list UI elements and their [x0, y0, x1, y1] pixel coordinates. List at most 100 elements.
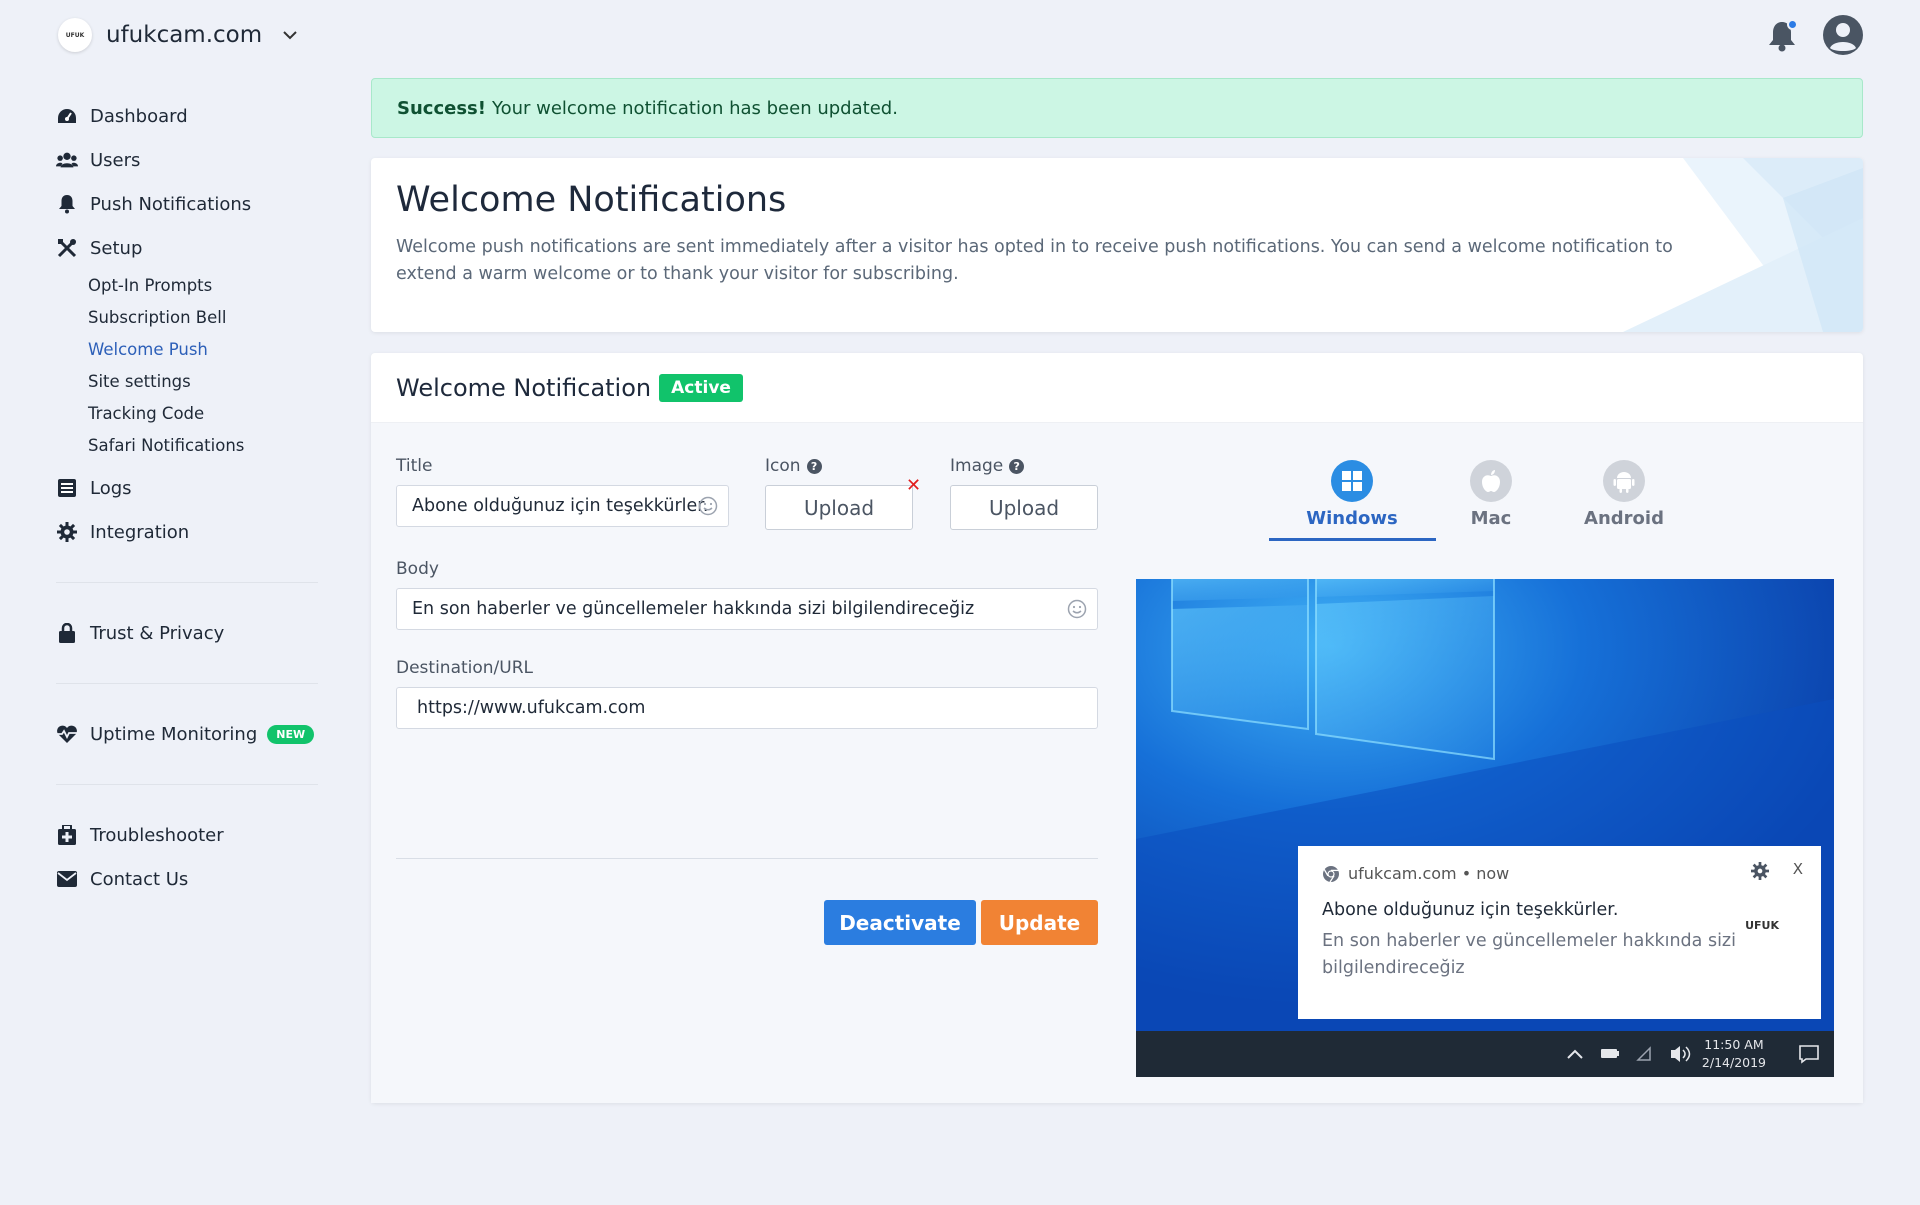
sidebar-item-logs[interactable]: Logs [56, 466, 318, 510]
tab-label: Mac [1470, 508, 1512, 529]
help-icon[interactable]: ? [1009, 458, 1025, 474]
site-name: ufukcam.com [106, 22, 263, 48]
title-label-text: Title [396, 456, 433, 476]
sidebar-item-integration[interactable]: Integration [56, 510, 318, 554]
help-icon[interactable]: ? [806, 458, 822, 474]
tab-label: Windows [1306, 508, 1398, 529]
windows-taskbar: 11:50 AM 2/14/2019 [1136, 1031, 1834, 1077]
sidebar-item-uptime-monitoring[interactable]: Uptime Monitoring NEW [56, 712, 318, 756]
tools-icon [56, 238, 78, 258]
title-input[interactable]: Abone olduğunuz için teşekkürler. [396, 485, 729, 527]
heartbeat-icon [56, 724, 78, 744]
image-label: Image ? [950, 456, 1025, 476]
sidebar-subitem-safari-notifications[interactable]: Safari Notifications [56, 430, 318, 462]
platform-tabs: Windows Mac Android [1269, 460, 1674, 545]
image-label-text: Image [950, 456, 1004, 476]
toast-close-button[interactable]: X [1793, 860, 1803, 878]
icon-label-text: Icon [765, 456, 801, 476]
first-aid-icon [56, 825, 78, 845]
clock-time: 11:50 AM [1704, 1037, 1764, 1052]
tab-android[interactable]: Android [1569, 460, 1679, 529]
url-label: Destination/URL [396, 658, 533, 678]
chrome-icon [1323, 865, 1339, 882]
user-avatar-icon[interactable] [1822, 14, 1864, 56]
icon-upload-button[interactable]: Upload [765, 485, 913, 530]
sidebar-subitem-site-settings[interactable]: Site settings [56, 366, 318, 398]
body-label: Body [396, 559, 439, 579]
sidebar-item-setup[interactable]: Setup [56, 226, 318, 270]
page-header-card: Welcome Notifications Welcome push notif… [371, 158, 1863, 332]
tab-mac[interactable]: Mac [1436, 460, 1546, 529]
deactivate-button[interactable]: Deactivate [824, 900, 976, 945]
url-input-value: https://www.ufukcam.com [417, 698, 646, 718]
notifications-bell-button[interactable] [1764, 17, 1800, 53]
sidebar-item-troubleshooter[interactable]: Troubleshooter [56, 813, 318, 857]
sidebar-item-label: Dashboard [90, 105, 188, 127]
url-input[interactable]: https://www.ufukcam.com [396, 687, 1098, 729]
image-upload-button[interactable]: Upload [950, 485, 1098, 530]
android-icon [1603, 460, 1645, 502]
envelope-icon [56, 869, 78, 889]
sidebar-item-contact-us[interactable]: Contact Us [56, 857, 318, 901]
sidebar-item-label: Contact Us [90, 868, 189, 890]
update-button[interactable]: Update [981, 900, 1098, 945]
sidebar-item-push-notifications[interactable]: Push Notifications [56, 182, 318, 226]
sidebar-item-label: Troubleshooter [90, 824, 224, 846]
emoji-picker-icon[interactable] [1067, 599, 1087, 619]
windows-preview-screen: ufukcam.com • now X Abone olduğunuz için… [1136, 579, 1834, 1077]
windows-icon [1331, 460, 1373, 502]
sidebar-subitem-tracking-code[interactable]: Tracking Code [56, 398, 318, 430]
title-label: Title [396, 456, 432, 476]
tab-windows[interactable]: Windows [1297, 460, 1407, 529]
sidebar-subitem-welcome-push[interactable]: Welcome Push [56, 334, 318, 366]
list-icon [56, 478, 78, 498]
alert-message: Your welcome notification has been updat… [491, 97, 898, 119]
emoji-picker-icon[interactable] [698, 496, 718, 516]
card-title: Welcome Notification [396, 373, 652, 402]
gauge-icon [56, 106, 78, 126]
notification-toast[interactable]: ufukcam.com • now X Abone olduğunuz için… [1298, 846, 1821, 1019]
url-label-text: Destination/URL [396, 658, 534, 678]
lock-icon [56, 623, 78, 643]
gear-icon[interactable] [1751, 862, 1769, 880]
sidebar-item-dashboard[interactable]: Dashboard [56, 94, 318, 138]
tab-label: Android [1584, 508, 1664, 529]
status-badge: Active [659, 373, 743, 402]
sidebar-item-label: Logs [90, 477, 132, 499]
sidebar-item-label: Trust & Privacy [90, 622, 225, 644]
gear-icon [56, 522, 78, 542]
sidebar-item-label: Push Notifications [90, 193, 252, 215]
sidebar-item-label: Uptime Monitoring [90, 723, 258, 745]
page-title: Welcome Notifications [396, 180, 787, 220]
page-description: Welcome push notifications are sent imme… [396, 237, 1673, 284]
apple-icon [1470, 460, 1512, 502]
body-input[interactable]: En son haberler ve güncellemeler hakkınd… [396, 588, 1098, 630]
sidebar-divider [56, 784, 318, 785]
sidebar-item-trust-privacy[interactable]: Trust & Privacy [56, 611, 318, 655]
form-divider [396, 858, 1098, 859]
toast-title: Abone olduğunuz için teşekkürler. [1322, 900, 1619, 920]
decorative-shapes [1623, 158, 1863, 332]
site-logo: UFUK [58, 18, 92, 52]
icon-label: Icon ? [765, 456, 822, 476]
sidebar-divider [56, 582, 318, 583]
new-badge: NEW [267, 724, 315, 744]
toast-source-text: ufukcam.com • now [1348, 864, 1510, 883]
toast-logo: UFUK [1745, 919, 1779, 932]
active-tab-indicator [1269, 538, 1436, 541]
action-center-icon [1799, 1045, 1819, 1064]
sidebar: Dashboard Users Push Notifications Setup… [56, 94, 318, 901]
body-label-text: Body [396, 559, 439, 579]
bell-icon [56, 194, 78, 214]
taskbar-clock: 11:50 AM 2/14/2019 [1702, 1036, 1766, 1072]
sidebar-item-users[interactable]: Users [56, 138, 318, 182]
site-switcher[interactable]: UFUK ufukcam.com [58, 18, 298, 52]
body-input-value: En son haberler ve güncellemeler hakkınd… [412, 599, 975, 619]
remove-icon-button[interactable]: ✕ [906, 475, 921, 496]
sidebar-subitem-subscription-bell[interactable]: Subscription Bell [56, 302, 318, 334]
toast-body: En son haberler ve güncellemeler hakkınd… [1322, 931, 1736, 978]
clock-date: 2/14/2019 [1701, 1055, 1766, 1070]
sidebar-subitem-opt-in-prompts[interactable]: Opt-In Prompts [56, 270, 318, 302]
success-alert: Success! Your welcome notification has b… [371, 78, 1863, 138]
chevron-down-icon [283, 31, 297, 40]
